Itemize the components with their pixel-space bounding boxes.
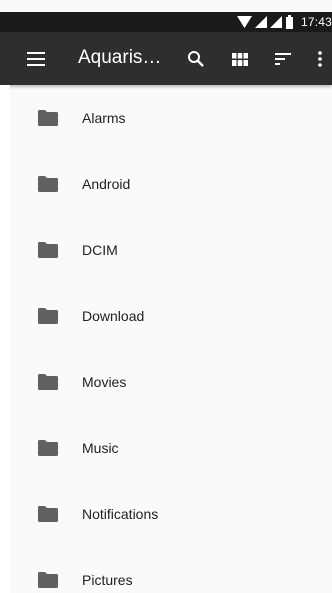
app-bar: Aquaris…	[0, 32, 332, 85]
folder-icon	[38, 110, 58, 126]
folder-label: DCIM	[82, 242, 118, 258]
status-time: 17:43	[300, 15, 332, 29]
folder-icon	[38, 308, 58, 324]
wifi-icon	[236, 16, 252, 28]
grid-view-icon[interactable]	[229, 48, 251, 70]
status-icons: 17:43	[236, 15, 332, 29]
left-edge	[0, 85, 10, 593]
sort-icon[interactable]	[272, 48, 294, 70]
folder-label: Download	[82, 308, 145, 324]
battery-icon	[285, 15, 293, 29]
menu-icon[interactable]	[26, 49, 46, 69]
folder-label: Android	[82, 176, 131, 192]
folder-label: Music	[82, 440, 119, 456]
search-icon[interactable]	[185, 48, 207, 70]
folder-label: Movies	[82, 374, 127, 390]
list-item-music[interactable]: Music	[10, 415, 332, 481]
folder-icon	[38, 374, 58, 390]
folder-icon	[38, 242, 58, 258]
folder-label: Alarms	[82, 110, 126, 126]
list-item-alarms[interactable]: Alarms	[10, 85, 332, 151]
signal-icon	[269, 16, 282, 28]
status-bar: 17:43	[0, 12, 332, 32]
list-item-dcim[interactable]: DCIM	[10, 217, 332, 283]
folder-label: Notifications	[82, 506, 159, 522]
app-bar-title: Aquaris…	[78, 47, 162, 68]
signal-icon	[254, 16, 267, 28]
folder-icon	[38, 176, 58, 192]
list-item-download[interactable]: Download	[10, 283, 332, 349]
folder-icon	[38, 440, 58, 456]
list-item-movies[interactable]: Movies	[10, 349, 332, 415]
list-item-notifications[interactable]: Notifications	[10, 481, 332, 547]
list-item-android[interactable]: Android	[10, 151, 332, 217]
list-item-pictures[interactable]: Pictures	[10, 547, 332, 593]
file-manager-screen: 17:43 Aquaris… Alarms Android DCIM Downl…	[0, 0, 332, 593]
more-vert-icon[interactable]	[313, 48, 327, 70]
folder-icon	[38, 506, 58, 522]
folder-icon	[38, 572, 58, 588]
folder-list: Alarms Android DCIM Download Movies Musi…	[10, 85, 332, 593]
folder-label: Pictures	[82, 572, 133, 588]
